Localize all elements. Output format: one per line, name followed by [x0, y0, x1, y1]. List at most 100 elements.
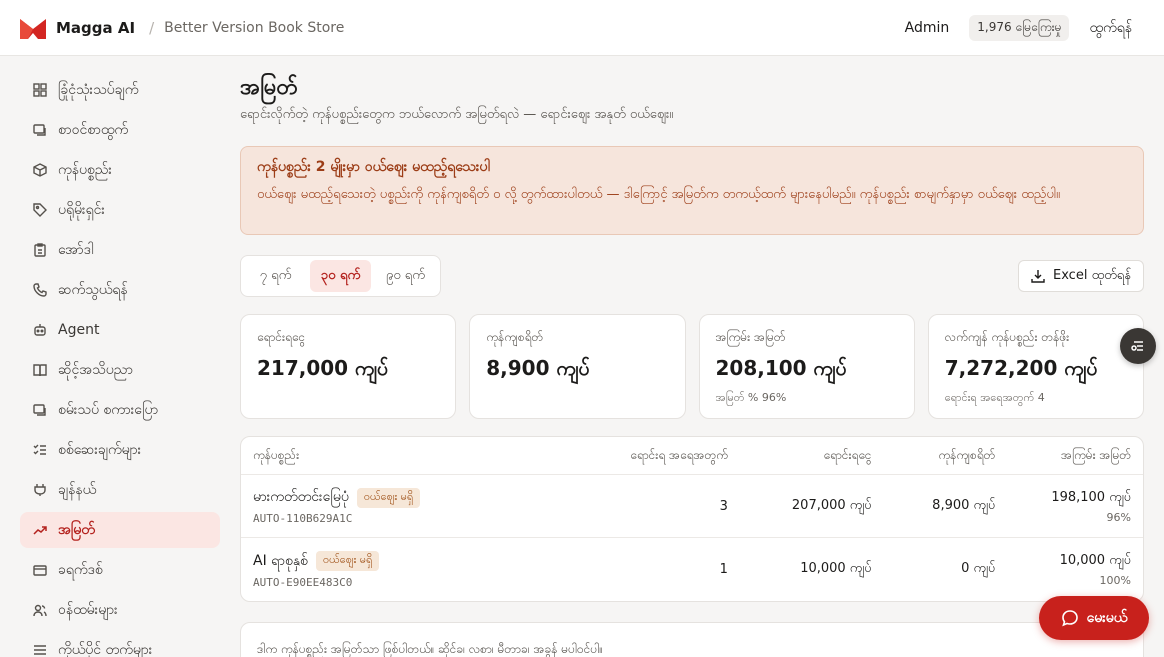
- stat-note: အမြတ် % 96%: [715, 391, 787, 404]
- column-header-cost[interactable]: ကုန်ကျစရိတ်: [872, 447, 995, 465]
- sidebar-item-credit[interactable]: ခရက်ဒစ်: [20, 552, 220, 588]
- settings-list-icon: [32, 642, 48, 657]
- brand-name: Magga AI: [56, 18, 136, 37]
- card-icon: [32, 562, 48, 578]
- chat-icon: [32, 402, 48, 418]
- filter-list-icon: [1131, 341, 1143, 351]
- sidebar-item-label: အော်ဒါ: [58, 241, 94, 258]
- stat-label: အကြမ်း အမြတ်: [715, 330, 786, 344]
- range-7-days[interactable]: ၇ ရက်: [245, 260, 306, 292]
- range-30-days[interactable]: ၃၀ ရက်: [310, 260, 371, 292]
- sidebar-item-label: ခရက်ဒစ်: [58, 561, 103, 578]
- sidebar-item-inbox[interactable]: စာဝင်စာထွက်: [20, 112, 220, 148]
- page-subtitle: ရောင်းလိုက်တဲ့ ကုန်ပစ္စည်းတွေက ဘယ်လောက် …: [240, 107, 674, 122]
- clipboard-icon: [32, 242, 48, 258]
- phone-icon: [32, 282, 48, 298]
- no-cost-badge: ဝယ်ဈေး မရှိ: [356, 487, 421, 508]
- stat-value: 208,100 ကျပ်: [715, 356, 848, 380]
- sidebar-item-products[interactable]: ကုန်ပစ္စည်း: [20, 152, 220, 188]
- magga-logo-icon: [20, 18, 46, 39]
- column-header-revenue[interactable]: ရောင်းရငွေ: [728, 447, 871, 465]
- range-90-days[interactable]: ၉၀ ရက်: [375, 260, 436, 292]
- sidebar-item-checks[interactable]: စစ်ဆေးချက်များ: [20, 432, 220, 468]
- sidebar-item-orders[interactable]: အော်ဒါ: [20, 232, 220, 268]
- visits-badge: 1,976 မြေကြေးမှု: [969, 15, 1070, 41]
- user-name[interactable]: Admin: [905, 20, 950, 36]
- table-row[interactable]: မားကတ်တင်းမြေပုံ ဝယ်ဈေး မရှိ AUTO-110B62…: [241, 475, 1143, 538]
- sidebar: ခြုံငုံသုံးသပ်ချက် စာဝင်စာထွက် ကုန်ပစ္စည…: [20, 72, 220, 657]
- checklist-icon: [32, 442, 48, 458]
- book-icon: [32, 362, 48, 378]
- stat-value: 8,900 ကျပ်: [486, 356, 590, 380]
- export-excel-label: Excel ထုတ်ရန်: [1053, 267, 1131, 283]
- breadcrumb-separator: /: [149, 18, 155, 37]
- sidebar-item-staff[interactable]: ဝန်ထမ်းများ: [20, 592, 220, 628]
- stat-label: ကုန်ကျစရိတ်: [486, 330, 544, 344]
- footnote: ဒါက ကုန်ပစ္စည်း အမြတ်သာ ဖြစ်ပါတယ်။ ဆိုင်…: [240, 622, 1144, 657]
- brand[interactable]: Magga AI: [20, 17, 135, 39]
- sidebar-item-label: ကိုယ်ပိုင် တက်များ: [58, 641, 153, 657]
- cell-profit-percent: 100%: [1099, 574, 1131, 587]
- column-header-qty[interactable]: ရောင်းရ အရေအတွက်: [582, 447, 728, 465]
- tag-icon: [32, 202, 48, 218]
- sidebar-item-label: ခြုံငုံသုံးသပ်ချက်: [58, 81, 139, 98]
- sidebar-item-channels[interactable]: ချန်နယ်: [20, 472, 220, 508]
- product-name: မားကတ်တင်းမြေပုံ: [253, 489, 349, 505]
- warning-body: ဝယ်ဈေး မထည့်ရသေးတဲ့ ပစ္စည်းကို ကုန်ကျစရိ…: [257, 187, 1060, 202]
- sidebar-item-label: စမ်းသပ် စကားပြော: [58, 401, 159, 418]
- sidebar-item-knowledge[interactable]: ဆိုင့်အသိပညာ: [20, 352, 220, 388]
- sidebar-item-profit[interactable]: အမြတ်: [20, 512, 220, 548]
- sidebar-item-overview[interactable]: ခြုံငုံသုံးသပ်ချက်: [20, 72, 220, 108]
- inbox-icon: [32, 122, 48, 138]
- sidebar-item-label: ဆိုင့်အသိပညာ: [58, 361, 133, 378]
- filter-toggle-button[interactable]: [1120, 328, 1156, 364]
- stats-row: ရောင်းရငွေ 217,000 ကျပ် ကုန်ကျစရိတ် 8,90…: [240, 314, 1144, 419]
- profit-table: ကုန်ပစ္စည်း ရောင်းရ အရေအတွက် ရောင်းရငွေ …: [240, 436, 1144, 602]
- stat-note: ရောင်းရ အရေအတွက် 4: [944, 391, 1045, 404]
- sidebar-item-label: ဆက်သွယ်ရန်: [58, 281, 128, 298]
- cell-profit: 10,000 ကျပ်: [1059, 553, 1131, 568]
- sidebar-item-label: စာဝင်စာထွက်: [58, 121, 129, 138]
- column-header-product[interactable]: ကုန်ပစ္စည်း: [253, 447, 582, 465]
- warning-title: ကုန်ပစ္စည်း 2 မျိုးမှာ ဝယ်ဈေး မထည့်ရသေးပ…: [257, 159, 490, 175]
- ask-chat-label: မေးမယ်: [1086, 609, 1128, 626]
- no-cost-badge: ဝယ်ဈေး မရှိ: [315, 551, 380, 571]
- top-right-controls: Admin 1,976 မြေကြေးမှု ထွက်ရန်: [905, 0, 1132, 56]
- table-row[interactable]: AI ရာစုနှစ် ဝယ်ဈေး မရှိ AUTO-E90EE483C0 …: [241, 538, 1143, 601]
- warning-banner: ကုန်ပစ္စည်း 2 မျိုးမှာ ဝယ်ဈေး မထည့်ရသေးပ…: [240, 146, 1144, 235]
- cell-cost: 8,900 ကျပ်: [932, 497, 996, 513]
- robot-icon: [32, 322, 48, 338]
- sidebar-item-test-chat[interactable]: စမ်းသပ် စကားပြော: [20, 392, 220, 428]
- users-icon: [32, 602, 48, 618]
- sidebar-item-label: ချန်နယ်: [58, 481, 97, 498]
- date-range-selector: ၇ ရက် ၃၀ ရက် ၉၀ ရက်: [240, 255, 441, 297]
- stat-label: ရောင်းရငွေ: [257, 330, 306, 344]
- export-excel-button[interactable]: Excel ထုတ်ရန်: [1018, 260, 1144, 292]
- stat-card-gross-profit: အကြမ်း အမြတ် 208,100 ကျပ် အမြတ် % 96%: [698, 314, 915, 419]
- stat-card-cost: ကုန်ကျစရိတ် 8,900 ကျပ်: [469, 314, 686, 419]
- store-name[interactable]: Better Version Book Store: [164, 20, 344, 36]
- sidebar-item-agent[interactable]: Agent: [20, 312, 220, 348]
- plug-icon: [32, 482, 48, 498]
- box-icon: [32, 162, 48, 178]
- trend-icon: [32, 522, 48, 538]
- cell-profit-percent: 96%: [1106, 510, 1131, 524]
- top-bar: Magga AI / Better Version Book Store Adm…: [0, 0, 1164, 56]
- cell-profit: 198,100 ကျပ်: [1051, 489, 1131, 505]
- sidebar-item-custom[interactable]: ကိုယ်ပိုင် တက်များ: [20, 632, 220, 657]
- cell-qty: 3: [719, 498, 728, 514]
- product-sku: AUTO-110B629A1C: [253, 512, 353, 525]
- ask-chat-button[interactable]: မေးမယ်: [1039, 596, 1149, 640]
- chat-bubble-icon: [1061, 610, 1078, 627]
- cell-cost: 0 ကျပ်: [961, 561, 996, 576]
- sidebar-item-promotions[interactable]: ပရိုမိုးရှင်း: [20, 192, 220, 228]
- logout-button[interactable]: ထွက်ရန်: [1089, 18, 1132, 39]
- sidebar-item-contacts[interactable]: ဆက်သွယ်ရန်: [20, 272, 220, 308]
- download-icon: [1031, 270, 1045, 283]
- column-header-profit[interactable]: အကြမ်း အမြတ်: [995, 447, 1131, 465]
- product-name: AI ရာစုနှစ်: [253, 552, 308, 569]
- page-title: အမြတ်: [240, 75, 298, 100]
- stat-card-revenue: ရောင်းရငွေ 217,000 ကျပ်: [240, 314, 457, 419]
- stat-label: လက်ကျန် ကုန်ပစ္စည်း တန်ဖိုး: [944, 330, 1070, 344]
- cell-revenue: 10,000 ကျပ်: [800, 561, 872, 576]
